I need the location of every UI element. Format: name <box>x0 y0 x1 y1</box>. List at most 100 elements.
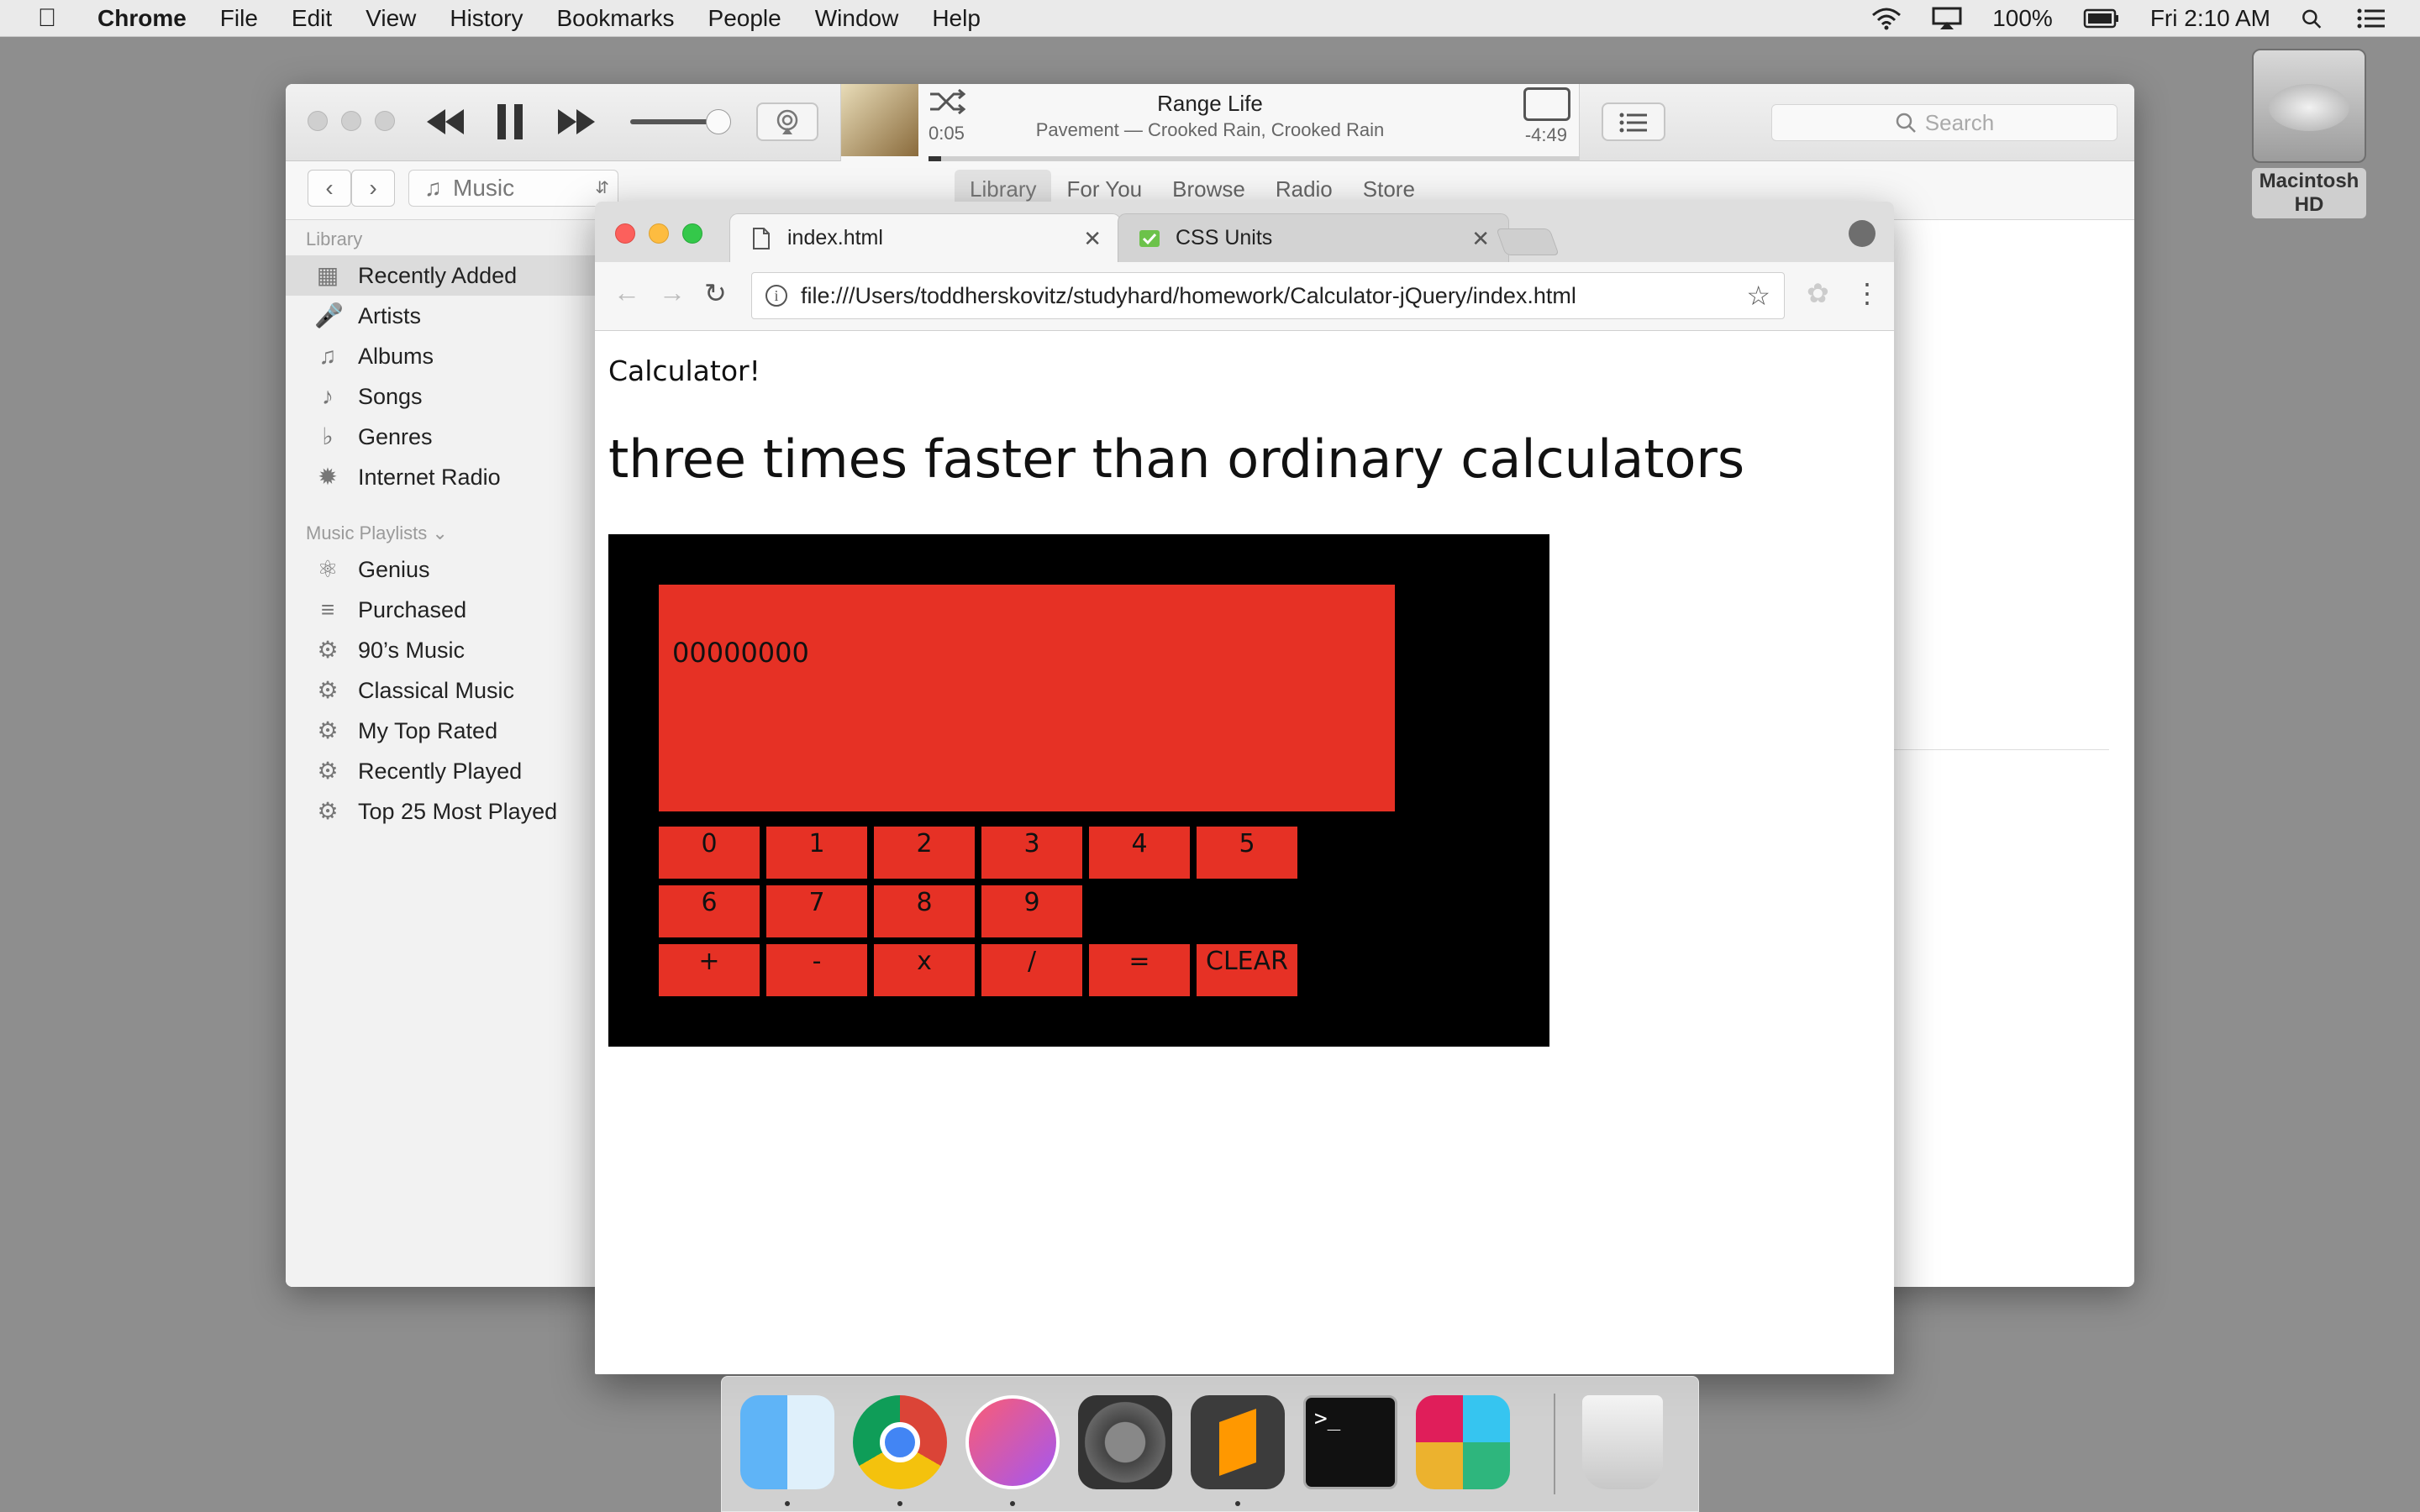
trash-icon[interactable] <box>1582 1395 1663 1489</box>
calculator-key[interactable]: CLEAR <box>1197 944 1297 996</box>
system-preferences-icon[interactable] <box>1078 1395 1172 1489</box>
pause-icon[interactable] <box>496 102 526 141</box>
itunes-search-field[interactable]: Search <box>1771 104 2118 141</box>
sidebar-item-90s-music[interactable]: ⚙ 90’s Music <box>286 630 605 670</box>
zoom-window-button[interactable] <box>375 111 395 131</box>
airplay-button[interactable] <box>756 102 818 141</box>
sidebar-item-genius[interactable]: ⚛ Genius <box>286 549 605 590</box>
menu-clock[interactable]: Fri 2:10 AM <box>2150 5 2270 32</box>
calculator-key[interactable]: = <box>1089 944 1190 996</box>
media-source-selector[interactable]: ♫ Music ⇵ <box>408 170 618 207</box>
calculator-key[interactable]: 7 <box>766 885 867 937</box>
calculator-key[interactable]: 8 <box>874 885 975 937</box>
forward-button[interactable]: › <box>351 170 395 207</box>
sidebar-item-label: My Top Rated <box>358 717 498 743</box>
new-tab-button[interactable] <box>1496 228 1560 255</box>
volume-knob[interactable] <box>706 109 731 134</box>
extension-icon[interactable]: ✿ <box>1807 277 1829 309</box>
calculator-key[interactable]: 6 <box>659 885 760 937</box>
sidebar-item-my-top-rated[interactable]: ⚙ My Top Rated <box>286 711 605 751</box>
music-playlists-header[interactable]: Music Playlists ⌄ <box>286 522 605 546</box>
calculator-key[interactable]: + <box>659 944 760 996</box>
battery-icon[interactable] <box>2083 7 2120 30</box>
dock-separator <box>1554 1394 1555 1494</box>
sidebar-item-recently-played[interactable]: ⚙ Recently Played <box>286 751 605 791</box>
sidebar-item-recently-added[interactable]: ▦ Recently Added <box>286 255 605 296</box>
calculator-key[interactable]: 9 <box>981 885 1082 937</box>
sidebar-item-label: 90’s Music <box>358 637 466 663</box>
close-window-button[interactable] <box>308 111 328 131</box>
menu-window[interactable]: Window <box>815 5 899 32</box>
media-source-label: Music <box>453 175 515 201</box>
menu-edit[interactable]: Edit <box>292 5 332 32</box>
sidebar-item-albums[interactable]: ♫ Albums <box>286 336 605 376</box>
calculator-key[interactable]: 2 <box>874 827 975 879</box>
notification-center-icon[interactable] <box>2356 7 2386 30</box>
atom-icon: ⚛ <box>317 556 339 582</box>
wifi-icon[interactable] <box>1871 7 1902 30</box>
calculator-key[interactable]: 4 <box>1089 827 1190 879</box>
chrome-icon[interactable] <box>853 1395 947 1489</box>
calculator-key[interactable]: - <box>766 944 867 996</box>
address-bar[interactable]: i file:///Users/toddherskovitz/studyhard… <box>751 272 1785 319</box>
menu-app-name[interactable]: Chrome <box>97 5 187 32</box>
fast-forward-icon[interactable] <box>556 108 597 136</box>
macintosh-hd-desktop-item[interactable]: Macintosh HD <box>2252 49 2366 218</box>
sidebar-item-songs[interactable]: ♪ Songs <box>286 376 605 417</box>
calculator-key[interactable]: 5 <box>1197 827 1297 879</box>
airplay-icon[interactable] <box>1932 7 1962 30</box>
menu-help[interactable]: Help <box>932 5 981 32</box>
minimize-window-button[interactable] <box>649 223 669 244</box>
calculator-key[interactable]: 0 <box>659 827 760 879</box>
calculator-key[interactable]: x <box>874 944 975 996</box>
minimize-window-button[interactable] <box>341 111 361 131</box>
spotlight-search-icon[interactable] <box>2301 7 2326 30</box>
close-window-button[interactable] <box>615 223 635 244</box>
sidebar-item-genres[interactable]: ♭ Genres <box>286 417 605 457</box>
back-arrow-icon[interactable]: ← <box>613 277 640 308</box>
finder-icon[interactable] <box>740 1395 834 1489</box>
airplay-audio-icon <box>776 109 798 134</box>
sidebar-item-internet-radio[interactable]: ✹ Internet Radio <box>286 457 605 497</box>
close-tab-icon[interactable]: ✕ <box>1471 226 1490 252</box>
now-playing-display[interactable]: Range Life Pavement — Crooked Rain, Croo… <box>840 84 1580 161</box>
rewind-icon[interactable] <box>425 108 466 136</box>
sidebar-item-purchased[interactable]: ≡ Purchased <box>286 590 605 630</box>
apple-menu-icon[interactable]:  <box>30 4 64 33</box>
terminal-icon[interactable]: >_ <box>1303 1395 1397 1489</box>
reload-icon[interactable]: ↻ <box>704 277 727 309</box>
bookmark-star-icon[interactable]: ☆ <box>1746 280 1770 312</box>
site-info-icon[interactable]: i <box>765 285 787 307</box>
sublime-text-icon[interactable] <box>1191 1395 1285 1489</box>
slack-icon[interactable] <box>1416 1395 1510 1489</box>
sidebar-item-classical-music[interactable]: ⚙ Classical Music <box>286 670 605 711</box>
menu-history[interactable]: History <box>450 5 523 32</box>
calculator-key[interactable]: / <box>981 944 1082 996</box>
tab-css-units[interactable]: CSS Units ✕ <box>1118 213 1509 262</box>
close-tab-icon[interactable]: ✕ <box>1083 226 1102 252</box>
chevron-down-icon: ⌄ <box>432 522 448 543</box>
menu-view[interactable]: View <box>366 5 416 32</box>
tab-index-html[interactable]: index.html ✕ <box>729 213 1121 262</box>
sidebar-item-artists[interactable]: 🎤 Artists <box>286 296 605 336</box>
playlists-header-label: Music Playlists <box>306 522 428 543</box>
track-title: Range Life <box>1157 91 1263 116</box>
sidebar-item-label: Recently Added <box>358 262 518 288</box>
running-indicator <box>785 1501 790 1506</box>
calculator-key[interactable]: 3 <box>981 827 1082 879</box>
chrome-menu-icon[interactable]: ⋮ <box>1854 277 1881 309</box>
back-button[interactable]: ‹ <box>308 170 351 207</box>
itunes-icon[interactable] <box>965 1395 1060 1489</box>
sidebar-item-top-25-most-played[interactable]: ⚙ Top 25 Most Played <box>286 791 605 832</box>
menu-bookmarks[interactable]: Bookmarks <box>556 5 674 32</box>
menu-file[interactable]: File <box>220 5 258 32</box>
forward-arrow-icon[interactable]: → <box>659 277 686 308</box>
remaining-time[interactable]: -4:49 <box>1525 124 1567 146</box>
menu-people[interactable]: People <box>708 5 781 32</box>
zoom-window-button[interactable] <box>682 223 702 244</box>
calculator-key[interactable]: 1 <box>766 827 867 879</box>
up-next-list-button[interactable] <box>1602 102 1665 141</box>
profile-avatar-icon[interactable] <box>1849 220 1876 247</box>
running-indicator <box>1010 1501 1015 1506</box>
repeat-icon[interactable] <box>1523 87 1570 121</box>
